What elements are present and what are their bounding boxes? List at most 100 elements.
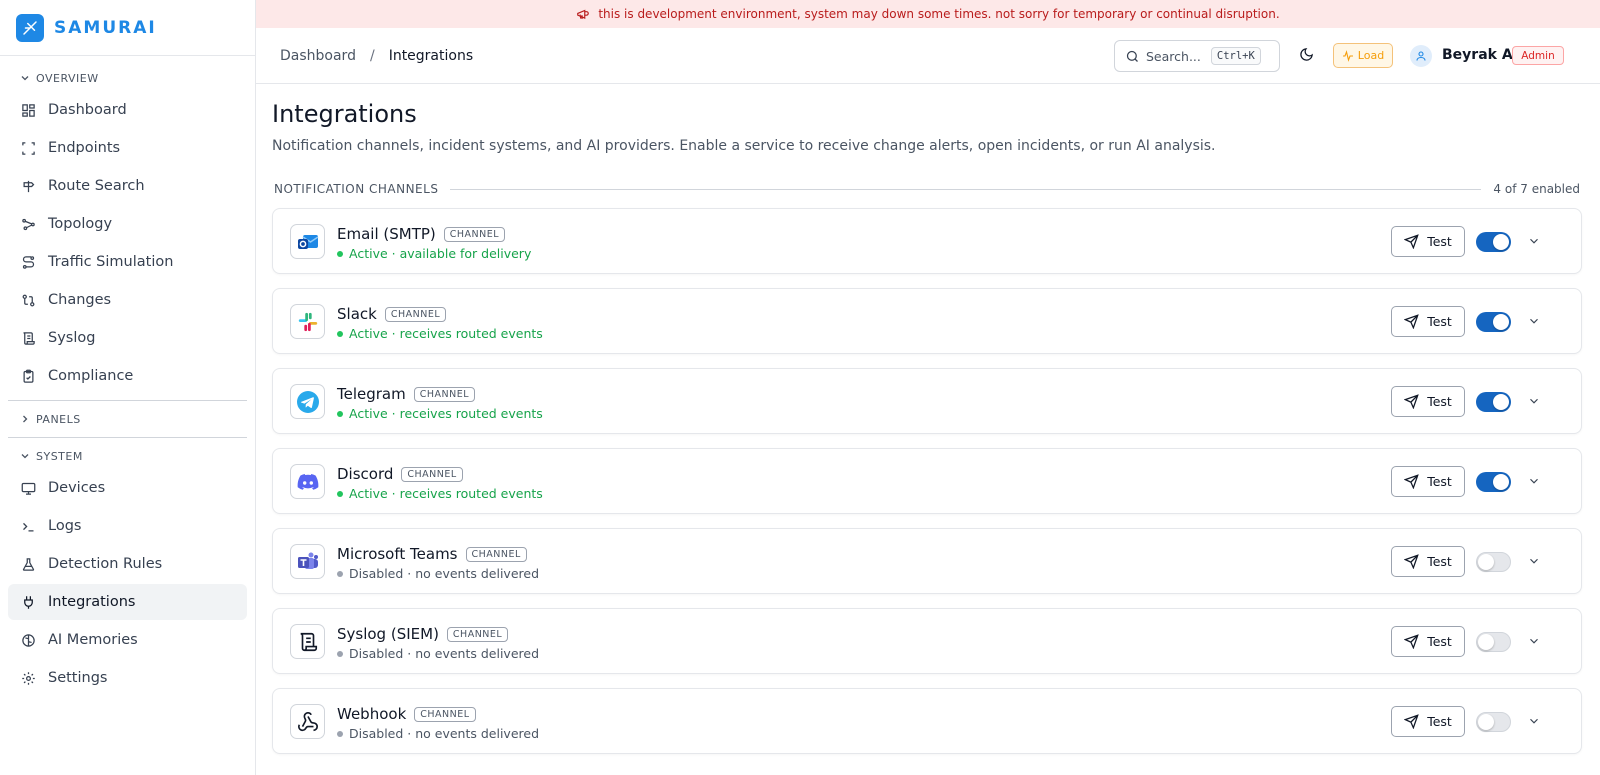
enable-toggle[interactable] <box>1476 392 1511 412</box>
toggle-knob <box>1493 234 1509 250</box>
brand[interactable]: SAMURAI <box>0 0 255 56</box>
channel-status: Disabled · no events delivered <box>337 566 539 581</box>
test-label: Test <box>1427 394 1452 409</box>
sidebar-item-dashboard[interactable]: Dashboard <box>8 92 247 128</box>
enable-toggle[interactable] <box>1476 472 1511 492</box>
divider <box>8 400 247 401</box>
status-dot <box>337 650 343 657</box>
sidebar-item-integrations[interactable]: Integrations <box>8 584 247 620</box>
test-button[interactable]: Test <box>1391 466 1465 497</box>
channel-name-text: Microsoft Teams <box>337 545 458 563</box>
send-icon <box>1404 714 1419 729</box>
sidebar-item-label: Topology <box>48 216 113 232</box>
channel-name-text: Email (SMTP) <box>337 225 436 243</box>
toggle-knob <box>1478 714 1494 730</box>
sidebar-item-label: AI Memories <box>48 632 138 648</box>
test-label: Test <box>1427 554 1452 569</box>
git-compare-icon <box>20 292 36 308</box>
webhook-icon <box>290 704 325 739</box>
channel-card-telegram: Telegram CHANNEL Active · receives routed… <box>272 368 1582 434</box>
status-dot <box>337 570 343 577</box>
section-overview[interactable]: OVERVIEW <box>0 66 255 90</box>
sidebar-item-compliance[interactable]: Compliance <box>8 358 247 394</box>
sidebar-item-detection-rules[interactable]: Detection Rules <box>8 546 247 582</box>
sidebar-item-syslog[interactable]: Syslog <box>8 320 247 356</box>
test-button[interactable]: Test <box>1391 226 1465 257</box>
group-label: NOTIFICATION CHANNELS <box>274 182 439 196</box>
enable-toggle[interactable] <box>1476 232 1511 252</box>
channel-badge: CHANNEL <box>446 627 509 642</box>
send-icon <box>1404 634 1419 649</box>
test-label: Test <box>1427 234 1452 249</box>
test-button[interactable]: Test <box>1391 306 1465 337</box>
sidebar-item-traffic-simulation[interactable]: Traffic Simulation <box>8 244 247 280</box>
sidebar-item-endpoints[interactable]: Endpoints <box>8 130 247 166</box>
banner-text: this is development environment, system … <box>598 7 1280 21</box>
sidebar-item-label: Dashboard <box>48 102 127 118</box>
channel-name: Email (SMTP) CHANNEL <box>337 225 506 243</box>
channel-name: Telegram CHANNEL <box>337 385 476 403</box>
sidebar-item-topology[interactable]: Topology <box>8 206 247 242</box>
section-overview-label: OVERVIEW <box>36 71 99 85</box>
expand-button[interactable] <box>1525 713 1543 731</box>
sidebar-item-changes[interactable]: Changes <box>8 282 247 318</box>
channel-status-text: Disabled · no events delivered <box>349 646 540 661</box>
channel-status: Disabled · no events delivered <box>337 646 539 661</box>
channel-name: Webhook CHANNEL <box>337 705 476 723</box>
chevron-down-icon <box>1527 713 1541 732</box>
channel-name-text: Syslog (SIEM) <box>337 625 439 643</box>
expand-button[interactable] <box>1525 233 1543 251</box>
expand-button[interactable] <box>1525 473 1543 491</box>
expand-button[interactable] <box>1525 393 1543 411</box>
channel-status-text: Active · available for delivery <box>349 246 532 261</box>
brand-name: SAMURAI <box>54 17 157 38</box>
outlook-mail-icon <box>290 224 325 259</box>
toggle-knob <box>1493 474 1509 490</box>
grid-icon <box>20 102 36 118</box>
sidebar-item-devices[interactable]: Devices <box>8 470 247 506</box>
divider <box>450 188 1482 190</box>
test-button[interactable]: Test <box>1391 546 1465 577</box>
test-button[interactable]: Test <box>1391 706 1465 737</box>
section-system[interactable]: SYSTEM <box>0 444 255 468</box>
chevron-down-icon <box>1527 233 1541 252</box>
test-label: Test <box>1427 474 1452 489</box>
test-button[interactable]: Test <box>1391 626 1465 657</box>
sidebar-item-logs[interactable]: Logs <box>8 508 247 544</box>
sidebar-item-label: Devices <box>48 480 106 496</box>
chevron-right-icon <box>20 414 30 424</box>
search-placeholder: Search... <box>1146 48 1201 64</box>
expand-button[interactable] <box>1525 553 1543 571</box>
load-button[interactable]: Load <box>1333 43 1393 68</box>
megaphone-icon <box>576 7 590 21</box>
chevron-down-icon <box>1527 393 1541 412</box>
page-title: Integrations <box>272 100 417 128</box>
channel-name-text: Discord <box>337 465 394 483</box>
expand-button[interactable] <box>1525 313 1543 331</box>
enable-toggle[interactable] <box>1476 552 1511 572</box>
flask-icon <box>20 556 36 572</box>
sidebar-item-ai-memories[interactable]: AI Memories <box>8 622 247 658</box>
user-name[interactable]: Beyrak A. <box>1442 47 1518 63</box>
search-shortcut: Ctrl+K <box>1210 47 1261 65</box>
search-icon <box>1125 49 1140 64</box>
breadcrumb-dashboard[interactable]: Dashboard <box>280 48 356 64</box>
theme-toggle-button[interactable] <box>1296 46 1316 66</box>
scroll-text-icon <box>290 624 325 659</box>
section-panels-label: PANELS <box>36 412 81 426</box>
avatar[interactable] <box>1410 45 1432 67</box>
search-input[interactable]: Search... Ctrl+K <box>1114 40 1280 72</box>
chevron-down-icon <box>20 451 30 461</box>
expand-button[interactable] <box>1525 633 1543 651</box>
test-button[interactable]: Test <box>1391 386 1465 417</box>
channel-status-text: Active · receives routed events <box>349 406 543 421</box>
sidebar-item-route-search[interactable]: Route Search <box>8 168 247 204</box>
sidebar-item-settings[interactable]: Settings <box>8 660 247 696</box>
enable-toggle[interactable] <box>1476 712 1511 732</box>
status-dot <box>337 410 343 417</box>
channel-card-microsoft-teams: Microsoft Teams CHANNEL Disabled · no eve… <box>272 528 1582 594</box>
enable-toggle[interactable] <box>1476 312 1511 332</box>
section-panels[interactable]: PANELS <box>0 407 255 431</box>
slack-icon <box>290 304 325 339</box>
enable-toggle[interactable] <box>1476 632 1511 652</box>
